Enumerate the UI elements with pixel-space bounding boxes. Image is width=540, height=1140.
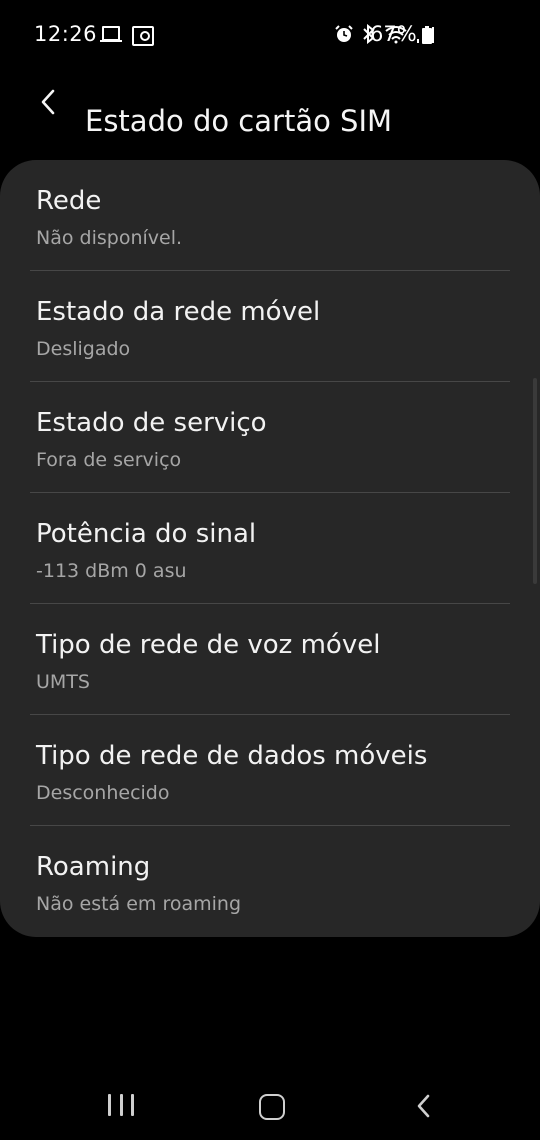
item-subtitle: Fora de serviço bbox=[36, 449, 182, 471]
list-item-potencia-sinal[interactable]: Potência do sinal -113 dBm 0 asu bbox=[0, 493, 540, 604]
page-title: Estado do cartão SIM bbox=[85, 104, 393, 139]
laptop-icon bbox=[100, 26, 122, 44]
list-item-tipo-rede-voz[interactable]: Tipo de rede de voz móvel UMTS bbox=[0, 604, 540, 715]
chevron-left-icon bbox=[41, 89, 55, 115]
list-item-roaming[interactable]: Roaming Não está em roaming bbox=[0, 826, 540, 937]
item-title: Roaming bbox=[36, 852, 151, 882]
scroll-indicator[interactable] bbox=[533, 378, 537, 584]
back-icon[interactable] bbox=[412, 1092, 436, 1120]
item-title: Potência do sinal bbox=[36, 519, 257, 549]
item-subtitle: -113 dBm 0 asu bbox=[36, 560, 187, 582]
alarm-icon bbox=[335, 25, 353, 42]
recent-apps-icon[interactable] bbox=[108, 1094, 134, 1118]
list-item-rede[interactable]: Rede Não disponível. bbox=[0, 160, 540, 271]
item-subtitle: Desligado bbox=[36, 338, 131, 360]
radio-icon bbox=[132, 26, 154, 46]
battery-icon bbox=[422, 26, 432, 44]
back-button[interactable] bbox=[28, 82, 68, 122]
home-icon[interactable] bbox=[259, 1094, 285, 1120]
list-item-tipo-rede-dados[interactable]: Tipo de rede de dados móveis Desconhecid… bbox=[0, 715, 540, 826]
navigation-bar bbox=[0, 1070, 540, 1140]
item-subtitle: Não disponível. bbox=[36, 227, 183, 249]
item-subtitle: UMTS bbox=[36, 671, 90, 693]
list-item-estado-servico[interactable]: Estado de serviço Fora de serviço bbox=[0, 382, 540, 493]
sim-status-card: Rede Não disponível. Estado da rede móve… bbox=[0, 160, 540, 937]
item-title: Tipo de rede de voz móvel bbox=[36, 630, 381, 660]
app-header: Estado do cartão SIM bbox=[0, 72, 540, 142]
status-time: 12:26 bbox=[34, 22, 98, 46]
item-title: Rede bbox=[36, 186, 102, 216]
item-title: Tipo de rede de dados móveis bbox=[36, 741, 428, 771]
item-title: Estado da rede móvel bbox=[36, 297, 321, 327]
item-subtitle: Não está em roaming bbox=[36, 893, 242, 915]
list-item-estado-rede-movel[interactable]: Estado da rede móvel Desligado bbox=[0, 271, 540, 382]
item-title: Estado de serviço bbox=[36, 408, 267, 438]
battery-percentage: 67% bbox=[370, 22, 417, 46]
item-subtitle: Desconhecido bbox=[36, 782, 170, 804]
status-bar: 12:26 67% bbox=[0, 0, 540, 72]
status-left-icons bbox=[100, 26, 154, 46]
